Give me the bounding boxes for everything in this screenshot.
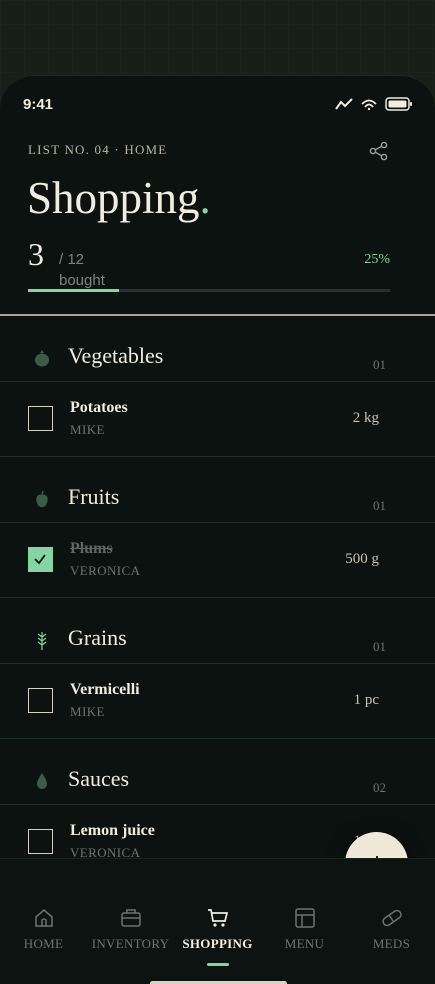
- category-count: 01: [373, 357, 386, 372]
- share-icon[interactable]: [369, 141, 389, 161]
- nav-label: MEDS: [372, 936, 411, 951]
- item-name: Potatoes: [70, 399, 128, 416]
- list-item[interactable]: Plums VERONICA 500 g: [0, 523, 435, 598]
- item-checkbox[interactable]: [28, 406, 53, 431]
- item-assignee: MIKE: [70, 704, 105, 719]
- category-name: Fruits: [68, 484, 120, 509]
- cart-icon: [207, 907, 229, 929]
- category-count: 01: [373, 639, 386, 654]
- title-text: Shopping: [27, 173, 200, 223]
- total-count: / 12: [59, 251, 85, 268]
- nav-item-inventory[interactable]: INVENTORY: [87, 907, 174, 953]
- drop-icon: [34, 772, 50, 790]
- nav-label: MENU: [284, 936, 325, 951]
- box-icon: [120, 907, 142, 929]
- category-header: Sauces 02: [0, 739, 435, 805]
- bought-count: 3: [28, 236, 44, 272]
- bought-label: bought: [59, 272, 105, 289]
- shopping-list: Vegetables 01 Potatoes MIKE 2 kg Fruits 01 Plum…: [0, 316, 435, 880]
- list-kicker: LIST NO. 04 · HOME: [28, 142, 168, 157]
- category-header: Grains 01: [0, 598, 435, 664]
- item-name: Vermicelli: [70, 681, 140, 698]
- progress-fill: [28, 289, 119, 292]
- item-name: Plums: [70, 540, 113, 557]
- category-name: Sauces: [68, 766, 130, 791]
- nav-label: SHOPPING: [182, 936, 253, 951]
- nav-label: HOME: [23, 936, 64, 951]
- category-name: Vegetables: [68, 343, 164, 368]
- nav-item-menu[interactable]: MENU: [261, 907, 348, 953]
- eggplant-icon: [34, 349, 50, 367]
- progress-percent: 25%: [364, 252, 390, 267]
- item-checkbox[interactable]: [28, 688, 53, 713]
- menu-grid-icon: [294, 907, 316, 929]
- battery-icon: [385, 97, 412, 111]
- checkmark-icon: [34, 554, 46, 565]
- nav-item-home[interactable]: HOME: [0, 907, 87, 953]
- status-time: 9:41: [23, 96, 54, 113]
- item-checkbox[interactable]: [28, 547, 53, 572]
- bottom-nav: HOME INVENTORY SHOPPING MENU MEDS: [0, 858, 435, 984]
- nav-active-indicator: [207, 963, 229, 966]
- item-assignee: MIKE: [70, 422, 105, 437]
- item-checkbox[interactable]: [28, 829, 53, 854]
- nav-label: INVENTORY: [91, 936, 170, 951]
- item-assignee: VERONICA: [70, 563, 141, 578]
- progress-bar: [28, 289, 390, 292]
- item-quantity: 500 g: [345, 551, 379, 567]
- category-header: Fruits 01: [0, 457, 435, 523]
- home-icon: [33, 907, 55, 929]
- item-quantity: 1 pc: [353, 692, 379, 708]
- category-name: Grains: [68, 625, 127, 650]
- list-item[interactable]: Potatoes MIKE 2 kg: [0, 382, 435, 457]
- item-name: Lemon juice: [70, 822, 155, 839]
- status-bar: 9:41: [23, 96, 413, 114]
- apple-icon: [34, 490, 50, 508]
- category-header: Vegetables 01: [0, 316, 435, 382]
- phone-screen: 9:41 LIST NO. 04 · HOME Shopping. 3 / 12…: [0, 75, 435, 984]
- wheat-icon: [34, 631, 50, 650]
- page-title: Shopping.: [27, 172, 211, 224]
- nav-item-shopping[interactable]: SHOPPING: [174, 907, 261, 953]
- category-count: 01: [373, 498, 386, 513]
- nav-item-meds[interactable]: MEDS: [348, 907, 435, 953]
- wifi-icon: [361, 99, 377, 110]
- category-count: 02: [373, 780, 386, 795]
- status-icons: [335, 97, 413, 111]
- pill-icon: [381, 907, 403, 929]
- title-dot: .: [199, 173, 211, 223]
- item-quantity: 2 kg: [352, 410, 379, 426]
- cellular-signal-icon: [335, 98, 353, 110]
- list-item[interactable]: Vermicelli MIKE 1 pc: [0, 664, 435, 739]
